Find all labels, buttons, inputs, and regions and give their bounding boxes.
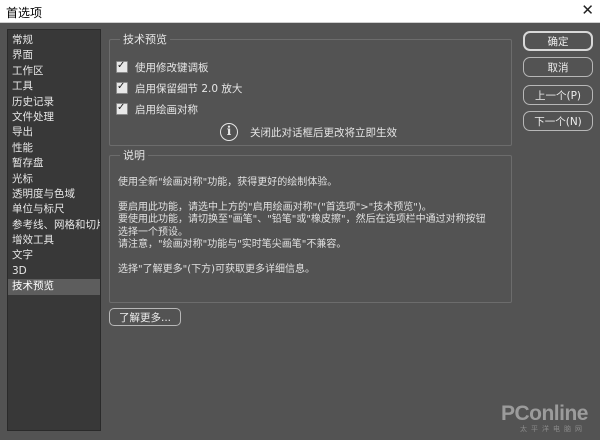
sidebar-item-3d[interactable]: 3D: [8, 264, 100, 279]
sidebar-item-guides-grid-slices[interactable]: 参考线、网格和切片: [8, 218, 100, 233]
description-line: 要启用此功能，请选中上方的"启用绘画对称"("首选项">"技术预览")。: [118, 201, 432, 213]
ok-button[interactable]: 确定: [523, 31, 593, 51]
info-message: 关闭此对话框后更改将立即生效: [250, 127, 397, 139]
modifier-palette-checkbox[interactable]: ✓: [116, 60, 128, 73]
sidebar-item-transparency-gamut[interactable]: 透明度与色域: [8, 187, 100, 202]
cancel-button[interactable]: 取消: [523, 57, 593, 77]
technology-previews-legend: 技术预览: [123, 33, 167, 46]
sidebar-item-history-log[interactable]: 历史记录: [8, 95, 100, 110]
watermark-logo: PConline: [500, 402, 589, 425]
sidebar: 常规 界面 工作区 工具 历史记录 文件处理 导出 性能 暂存盘 光标 透明度与…: [7, 29, 101, 431]
preserve-details-label[interactable]: 启用保留细节 2.0 放大: [135, 81, 242, 96]
sidebar-item-tools[interactable]: 工具: [8, 79, 100, 94]
sidebar-item-type[interactable]: 文字: [8, 248, 100, 263]
description-paragraph: 选择"了解更多"(下方)可获取更多详细信息。: [118, 263, 316, 275]
technology-previews-group: 技术预览 ✓ 使用修改键调板 ✓ 启用保留细节 2.0 放大 ✓ 启用绘画对称 …: [109, 31, 512, 146]
sidebar-item-interface[interactable]: 界面: [8, 48, 100, 63]
description-line: 要使用此功能，请切换至"画笔"、"铅笔"或"橡皮擦"，然后在选项栏中通过对称按钮: [118, 214, 486, 225]
sidebar-item-file-handling[interactable]: 文件处理: [8, 110, 100, 125]
sidebar-item-units-rulers[interactable]: 单位与标尺: [8, 202, 100, 217]
description-text: 使用全新"绘画对称"功能，获得更好的绘制体验。 要启用此功能，请选中上方的"启用…: [118, 177, 504, 276]
description-line: 请注意，"绘画对称"功能与"实时笔尖画笔"不兼容。: [118, 239, 347, 250]
checkbox-row-modifier-palette[interactable]: ✓ 使用修改键调板: [116, 59, 209, 75]
check-icon: ✓: [117, 81, 126, 92]
check-icon: ✓: [117, 60, 126, 71]
sidebar-item-scratch-disks[interactable]: 暂存盘: [8, 156, 100, 171]
description-group: 说明 使用全新"绘画对称"功能，获得更好的绘制体验。 要启用此功能，请选中上方的…: [109, 147, 512, 303]
description-paragraph: 使用全新"绘画对称"功能，获得更好的绘制体验。: [118, 177, 338, 188]
sidebar-item-plugins[interactable]: 增效工具: [8, 233, 100, 248]
description-legend: 说明: [123, 149, 145, 162]
window-title: 首选项: [6, 6, 43, 20]
sidebar-item-technology-previews[interactable]: 技术预览: [8, 279, 100, 295]
close-icon[interactable]: ✕: [581, 1, 594, 19]
checkbox-row-preserve-details[interactable]: ✓ 启用保留细节 2.0 放大: [116, 80, 242, 96]
preserve-details-checkbox[interactable]: ✓: [116, 81, 128, 94]
sidebar-item-performance[interactable]: 性能: [8, 141, 100, 156]
learn-more-button[interactable]: 了解更多...: [109, 308, 181, 326]
info-icon: i: [220, 123, 238, 141]
modifier-palette-label[interactable]: 使用修改键调板: [135, 60, 209, 75]
description-line: 选择一个预设。: [118, 226, 188, 238]
sidebar-item-general[interactable]: 常规: [8, 33, 100, 48]
watermark-subtitle: 太平洋电脑网: [520, 425, 586, 433]
paint-symmetry-label[interactable]: 启用绘画对称: [135, 102, 198, 117]
sidebar-item-cursors[interactable]: 光标: [8, 172, 100, 187]
previous-button[interactable]: 上一个(P): [523, 85, 593, 105]
title-bar: 首选项 ✕: [0, 0, 600, 23]
preferences-dialog: 首选项 ✕ 常规 界面 工作区 工具 历史记录 文件处理 导出 性能 暂存盘 光…: [0, 0, 600, 440]
paint-symmetry-checkbox[interactable]: ✓: [116, 102, 128, 115]
checkbox-row-paint-symmetry[interactable]: ✓ 启用绘画对称: [116, 101, 198, 117]
sidebar-item-export[interactable]: 导出: [8, 125, 100, 140]
check-icon: ✓: [117, 102, 126, 113]
sidebar-item-workspace[interactable]: 工作区: [8, 64, 100, 79]
next-button[interactable]: 下一个(N): [523, 111, 593, 131]
